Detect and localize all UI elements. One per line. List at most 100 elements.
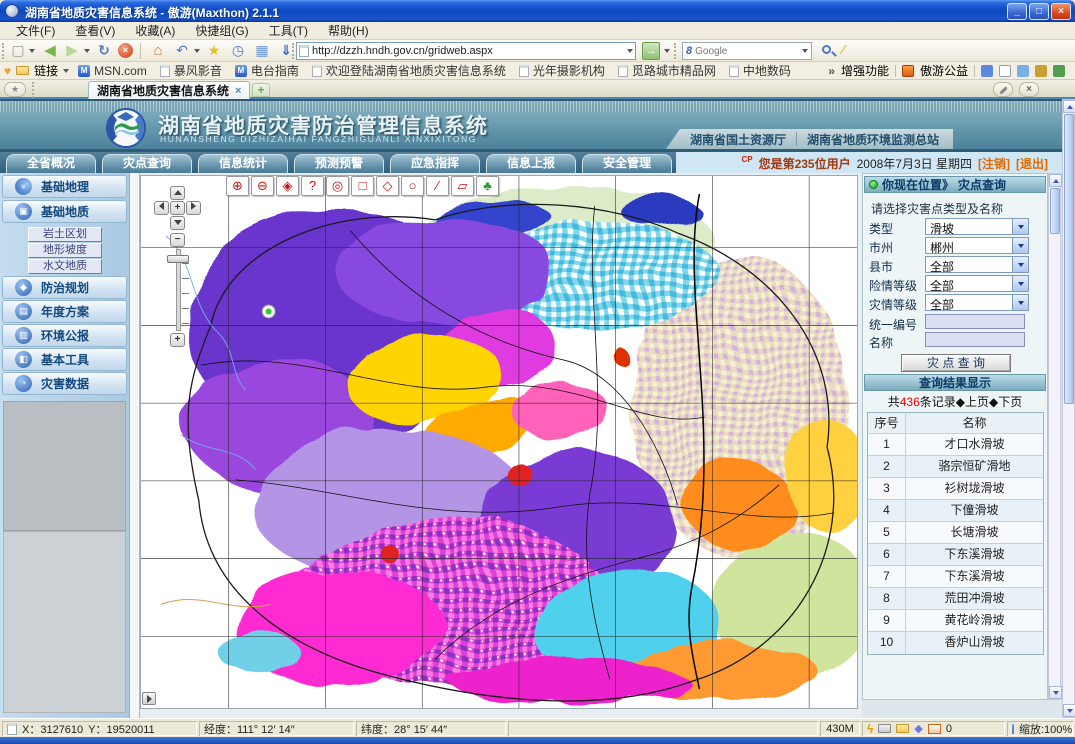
map-select-polygon-button[interactable]: ◇	[376, 176, 399, 196]
window-panel-icon[interactable]	[999, 65, 1011, 77]
sidebar-sublayer-rock-zoning[interactable]: 岩土区划	[28, 227, 102, 242]
minimize-button[interactable]: _	[1007, 3, 1027, 20]
zoom-slider-handle[interactable]	[167, 255, 189, 263]
menu-favorites[interactable]: 收藏(A)	[125, 21, 185, 40]
links-folder-icon[interactable]	[16, 66, 29, 75]
map-zoom-in-button[interactable]: ⊕	[226, 176, 249, 196]
new-page-caret-icon[interactable]	[29, 49, 35, 53]
sidebar-item-disaster-data[interactable]: ◔ 灾害数据	[2, 372, 127, 395]
panel-scrollbar[interactable]	[1048, 173, 1061, 700]
nav-tab-security[interactable]: 安全管理	[582, 154, 672, 173]
links-caret-icon[interactable]	[63, 69, 69, 73]
pan-down-button[interactable]	[170, 216, 185, 230]
pan-up-button[interactable]	[170, 186, 185, 200]
menu-tools[interactable]: 工具(T)	[259, 21, 318, 40]
table-row[interactable]: 8荒田冲滑坡	[868, 588, 1043, 610]
refresh-icon[interactable]: ↻	[94, 41, 114, 61]
map-measure-button[interactable]: ?	[301, 176, 324, 196]
nav-tab-disaster-query[interactable]: 灾点查询	[102, 154, 192, 173]
printer-icon[interactable]	[878, 724, 891, 733]
pan-left-button[interactable]	[154, 201, 169, 215]
nav-tab-statistics[interactable]: 信息统计	[198, 154, 288, 173]
nav-tab-overview[interactable]: 全省概况	[6, 154, 96, 173]
danger-level-select[interactable]: 全部	[925, 275, 1029, 292]
restore-button[interactable]: □	[1029, 3, 1049, 20]
chevron-down-icon[interactable]	[1012, 257, 1028, 272]
menu-view[interactable]: 查看(V)	[65, 21, 125, 40]
sidebar-item-environment-bulletin[interactable]: ▥ 环境公报	[2, 324, 127, 347]
undo-icon[interactable]: ↶	[172, 41, 192, 61]
stop-icon[interactable]: ×	[118, 43, 133, 58]
favorites-star-icon[interactable]: ★	[4, 82, 26, 97]
disaster-level-select[interactable]: 全部	[925, 294, 1029, 311]
layers-icon[interactable]	[1017, 65, 1029, 77]
menu-help[interactable]: 帮助(H)	[318, 21, 379, 40]
collector-icon[interactable]: ♥	[4, 64, 11, 78]
link-photo[interactable]: 光年摄影机构	[515, 62, 609, 79]
new-tab-button[interactable]: +	[252, 83, 270, 97]
menu-groups[interactable]: 快捷组(G)	[185, 21, 258, 40]
logout-link[interactable]: [注销]	[978, 155, 1010, 172]
prev-page-link[interactable]: ◆上页	[956, 395, 989, 409]
magic-wand-icon[interactable]: ★	[204, 41, 224, 61]
link-panels-icon[interactable]: ▦	[252, 41, 272, 61]
sidebar-item-basic-geology[interactable]: ▣ 基础地质	[2, 200, 127, 223]
link-city[interactable]: 觅路城市精品网	[614, 62, 720, 79]
map-north-arrow-button[interactable]: ◎	[326, 176, 349, 196]
org-link-land-resources[interactable]: 湖南省国土资源厅	[690, 131, 786, 148]
forward-caret-icon[interactable]	[84, 49, 90, 53]
sidebar-item-basic-geography[interactable]: » 基础地理	[2, 175, 127, 198]
url-input[interactable]	[312, 45, 624, 57]
link-hunan-system[interactable]: 欢迎登陆湖南省地质灾害信息系统	[308, 62, 510, 79]
scroll-down-button[interactable]	[1049, 686, 1062, 699]
image-counter-icon[interactable]	[928, 724, 941, 734]
scrollbar-thumb[interactable]	[1064, 114, 1074, 404]
scroll-down-button[interactable]	[1063, 704, 1075, 717]
collapse-panel-button[interactable]	[142, 692, 156, 705]
page-scrollbar[interactable]	[1062, 99, 1075, 718]
table-row[interactable]: 1才口水滑坡	[868, 434, 1043, 456]
next-page-link[interactable]: ◆下页	[989, 395, 1022, 409]
scrollbar-thumb[interactable]	[1050, 188, 1060, 234]
chevron-down-icon[interactable]	[1012, 276, 1028, 291]
prefecture-select[interactable]: 郴州	[925, 237, 1029, 254]
table-row[interactable]: 2骆宗恒矿滑地	[868, 456, 1043, 478]
charity-label[interactable]: 傲游公益	[920, 62, 968, 79]
map-select-rect-button[interactable]: □	[351, 176, 374, 196]
folder-icon[interactable]	[896, 724, 909, 733]
query-submit-button[interactable]: 灾 点 查 询	[901, 354, 1011, 372]
scroll-up-button[interactable]	[1063, 100, 1075, 113]
zoom-cell[interactable]: 缩放:100%	[1007, 721, 1073, 736]
scroll-up-button[interactable]	[1049, 174, 1062, 187]
chevron-down-icon[interactable]	[1012, 219, 1028, 234]
link-zhongdi[interactable]: 中地数码	[725, 62, 795, 79]
book-icon[interactable]: ◆	[914, 722, 922, 735]
tab-active[interactable]: 湖南省地质灾害信息系统 ×	[88, 81, 250, 99]
url-dropdown-icon[interactable]	[627, 49, 633, 53]
county-select[interactable]: 全部	[925, 256, 1029, 273]
exit-link[interactable]: [退出]	[1016, 155, 1048, 172]
table-row[interactable]: 5长塘滑坡	[868, 522, 1043, 544]
more-links-icon[interactable]: »	[828, 64, 835, 78]
unified-id-input[interactable]	[925, 314, 1025, 329]
link-radio[interactable]: M电台指南	[231, 62, 303, 79]
zoom-plus-button[interactable]: +	[170, 333, 185, 347]
nav-tab-emergency[interactable]: 应急指挥	[390, 154, 480, 173]
go-caret-icon[interactable]	[664, 49, 670, 53]
sidebar-item-prevention-plan[interactable]: ◆ 防治规划	[2, 276, 127, 299]
forward-icon[interactable]: ▶	[62, 41, 82, 61]
boost-icon[interactable]: ϟ	[867, 722, 873, 736]
stats-icon[interactable]	[1053, 65, 1065, 77]
zoom-minus-button[interactable]: −	[170, 233, 185, 247]
table-row[interactable]: 10香炉山滑坡	[868, 632, 1043, 654]
table-row[interactable]: 9黄花岭滑坡	[868, 610, 1043, 632]
map-overview-button[interactable]: ♣	[476, 176, 499, 196]
close-button[interactable]: ×	[1051, 3, 1071, 20]
enhance-label[interactable]: 增强功能	[841, 62, 889, 79]
search-icon[interactable]	[822, 45, 831, 54]
map-zoom-out-button[interactable]: ⊖	[251, 176, 274, 196]
search-engine-icon[interactable]: 8	[686, 45, 692, 57]
undo-caret-icon[interactable]	[194, 49, 200, 53]
map-eraser-button[interactable]: ▱	[451, 176, 474, 196]
map-zoom-box-button[interactable]: ○	[401, 176, 424, 196]
